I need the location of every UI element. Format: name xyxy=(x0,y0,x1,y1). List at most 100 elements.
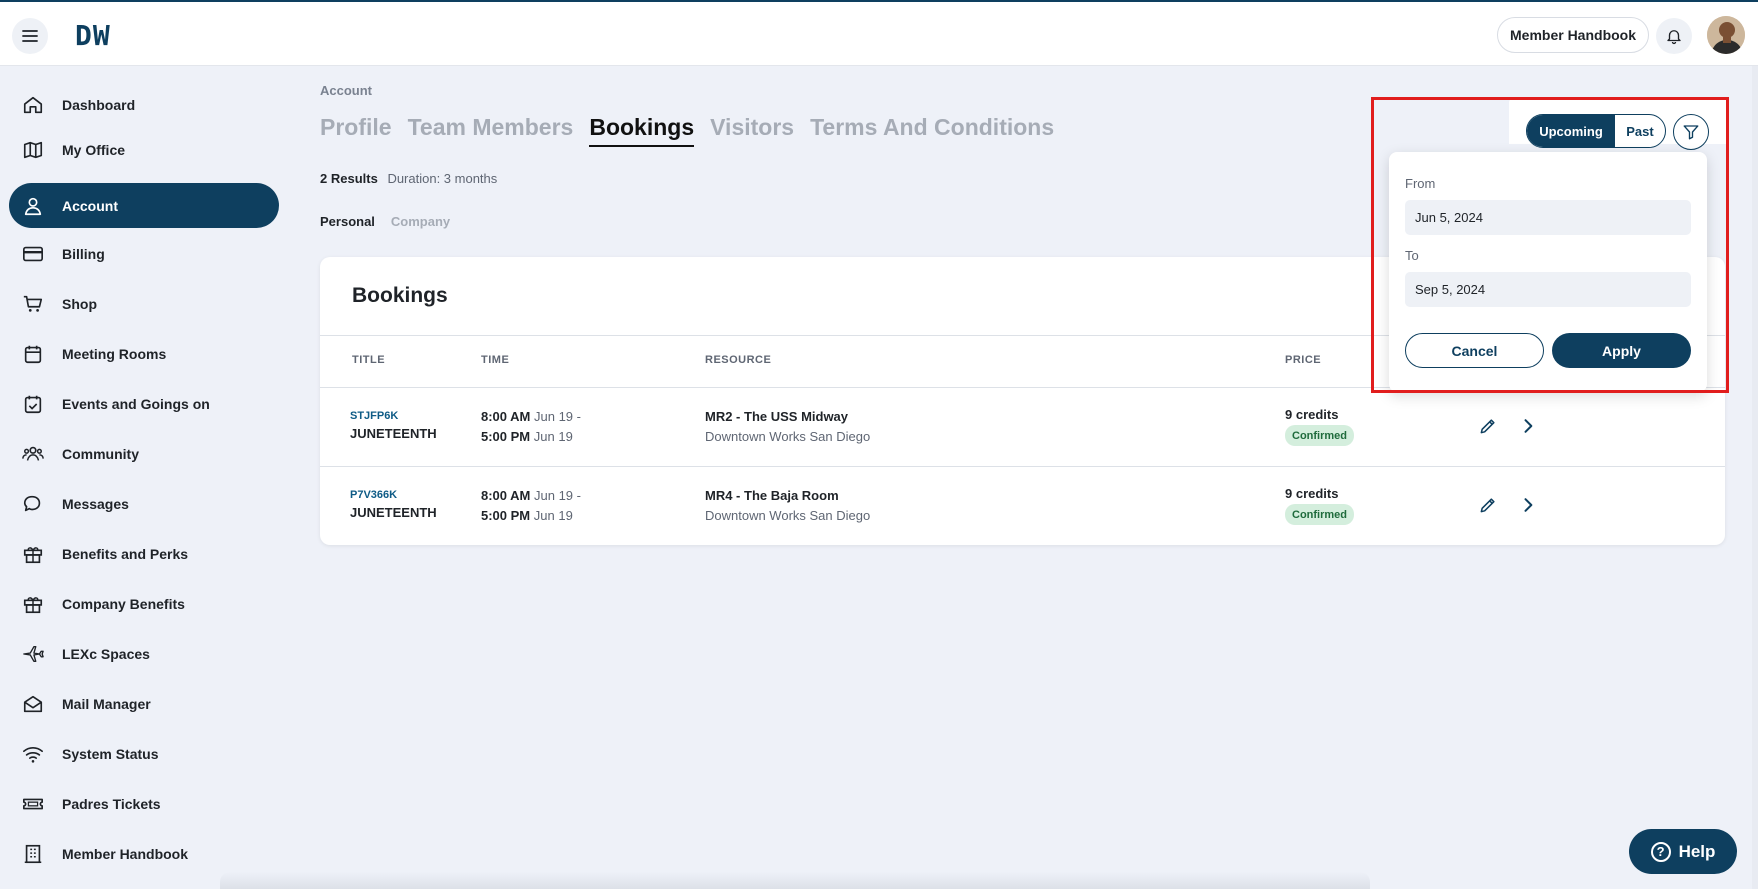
sidebar-item-messages[interactable]: Messages xyxy=(9,481,279,526)
from-date-input[interactable] xyxy=(1405,200,1691,235)
booking-name: JUNETEENTH xyxy=(350,505,437,520)
sidebar-item-label: Member Handbook xyxy=(62,845,189,862)
logo[interactable]: DW xyxy=(75,19,111,52)
tab-terms-and-conditions[interactable]: Terms And Conditions xyxy=(810,114,1054,147)
results-summary: 2 Results Duration: 3 months xyxy=(320,171,497,186)
start-time: 8:00 AM xyxy=(481,488,531,503)
column-header-time: TIME xyxy=(481,354,510,366)
table-row[interactable]: STJFP6K JUNETEENTH 8:00 AM Jun 19 - 5:00… xyxy=(320,388,1725,466)
booking-end: 5:00 PM Jun 19 xyxy=(481,429,573,444)
help-button[interactable]: ? Help xyxy=(1629,829,1737,874)
sidebar-item-my-office[interactable]: My Office xyxy=(9,127,279,172)
calendar-icon xyxy=(21,342,45,366)
tab-team-members[interactable]: Team Members xyxy=(408,114,574,147)
sidebar-item-system-status[interactable]: System Status xyxy=(9,731,279,776)
booking-location: Downtown Works San Diego xyxy=(705,508,871,523)
breadcrumb[interactable]: Account xyxy=(320,83,372,98)
menu-button[interactable] xyxy=(12,18,48,54)
booking-resource: MR4 - The Baja Room xyxy=(705,488,839,503)
tab-bookings[interactable]: Bookings xyxy=(589,114,695,147)
sidebar-item-lexc-spaces[interactable]: LEXc Spaces xyxy=(9,631,279,676)
column-header-resource: RESOURCE xyxy=(705,354,772,366)
sidebar-item-member-handbook[interactable]: Member Handbook xyxy=(9,831,279,876)
toggle-upcoming[interactable]: Upcoming xyxy=(1527,115,1615,147)
upcoming-past-toggle: Upcoming Past xyxy=(1526,114,1666,148)
avatar[interactable] xyxy=(1707,16,1745,54)
booking-code[interactable]: P7V366K xyxy=(350,489,397,501)
sidebar-item-dashboard[interactable]: Dashboard xyxy=(9,82,279,127)
sidebar-item-meeting-rooms[interactable]: Meeting Rooms xyxy=(9,331,279,376)
sidebar-item-account[interactable]: Account xyxy=(9,183,279,228)
chat-icon xyxy=(21,492,45,516)
results-count: 2 Results xyxy=(320,171,378,186)
map-icon xyxy=(21,138,45,162)
sidebar-item-label: Events and Goings on xyxy=(62,395,210,412)
cancel-button[interactable]: Cancel xyxy=(1405,333,1544,368)
sidebar-item-events[interactable]: Events and Goings on xyxy=(9,381,279,426)
booking-price: 9 credits xyxy=(1285,486,1339,501)
subtab-personal[interactable]: Personal xyxy=(320,214,375,229)
sidebar-item-mail-manager[interactable]: Mail Manager xyxy=(9,681,279,726)
apply-button[interactable]: Apply xyxy=(1552,333,1691,368)
tab-profile[interactable]: Profile xyxy=(320,114,392,147)
sidebar-item-label: Messages xyxy=(62,495,129,512)
member-handbook-button[interactable]: Member Handbook xyxy=(1497,17,1650,53)
sidebar-item-label: LEXc Spaces xyxy=(62,645,150,662)
from-label: From xyxy=(1405,176,1436,191)
status-badge: Confirmed xyxy=(1285,504,1354,525)
question-icon: ? xyxy=(1650,841,1671,862)
home-icon xyxy=(21,93,45,117)
filter-icon xyxy=(1683,125,1699,140)
tab-visitors[interactable]: Visitors xyxy=(710,114,794,147)
edit-pencil-icon[interactable] xyxy=(1478,416,1498,436)
user-icon xyxy=(21,194,45,218)
booking-name: JUNETEENTH xyxy=(350,426,437,441)
date-filter-popover: From To Cancel Apply xyxy=(1389,152,1707,392)
sidebar-item-company-benefits[interactable]: Company Benefits xyxy=(9,581,279,626)
gift-icon xyxy=(21,542,45,566)
sidebar-item-label: Community xyxy=(62,445,139,462)
sidebar-item-label: System Status xyxy=(62,745,159,762)
chevron-right-icon[interactable] xyxy=(1518,416,1538,436)
table-row[interactable]: P7V366K JUNETEENTH 8:00 AM Jun 19 - 5:00… xyxy=(320,467,1725,545)
booking-start: 8:00 AM Jun 19 - xyxy=(481,488,581,503)
bottom-panel-edge xyxy=(220,872,1370,889)
wifi-icon xyxy=(21,742,45,766)
calendar-check-icon xyxy=(21,392,45,416)
scrollbar-track[interactable] xyxy=(1752,66,1758,889)
booking-price: 9 credits xyxy=(1285,407,1339,422)
chevron-right-icon[interactable] xyxy=(1518,495,1538,515)
toggle-past[interactable]: Past xyxy=(1615,115,1665,147)
notifications-button[interactable] xyxy=(1656,18,1692,54)
end-date: Jun 19 xyxy=(533,508,573,523)
booking-scope-tabs: Personal Company xyxy=(320,214,450,229)
mail-icon xyxy=(21,692,45,716)
sidebar-item-benefits-and-perks[interactable]: Benefits and Perks xyxy=(9,531,279,576)
gift-icon xyxy=(21,592,45,616)
subtab-company[interactable]: Company xyxy=(391,214,450,229)
booking-location: Downtown Works San Diego xyxy=(705,429,871,444)
to-date-input[interactable] xyxy=(1405,272,1691,307)
end-time: 5:00 PM xyxy=(481,508,531,523)
sidebar-item-label: Account xyxy=(62,197,118,214)
ticket-icon xyxy=(21,792,45,816)
filter-button[interactable] xyxy=(1673,114,1709,150)
bookings-card-title: Bookings xyxy=(352,284,448,307)
sidebar: Dashboard My Office Account Billing Shop… xyxy=(0,66,290,889)
end-time: 5:00 PM xyxy=(481,429,531,444)
duration-text: Duration: 3 months xyxy=(387,171,498,186)
bell-icon xyxy=(1667,30,1681,45)
column-header-title: TITLE xyxy=(352,354,386,366)
edit-pencil-icon[interactable] xyxy=(1478,495,1498,515)
sidebar-item-label: Billing xyxy=(62,245,105,262)
sidebar-item-community[interactable]: Community xyxy=(9,431,279,476)
sidebar-item-label: Meeting Rooms xyxy=(62,345,167,362)
booking-code[interactable]: STJFP6K xyxy=(350,410,398,422)
start-time: 8:00 AM xyxy=(481,409,531,424)
sidebar-item-billing[interactable]: Billing xyxy=(9,231,279,276)
sidebar-item-padres-tickets[interactable]: Padres Tickets xyxy=(9,781,279,826)
sidebar-item-label: Company Benefits xyxy=(62,595,185,612)
sidebar-item-label: Benefits and Perks xyxy=(62,545,189,562)
sidebar-item-label: Shop xyxy=(62,295,97,312)
sidebar-item-shop[interactable]: Shop xyxy=(9,281,279,326)
